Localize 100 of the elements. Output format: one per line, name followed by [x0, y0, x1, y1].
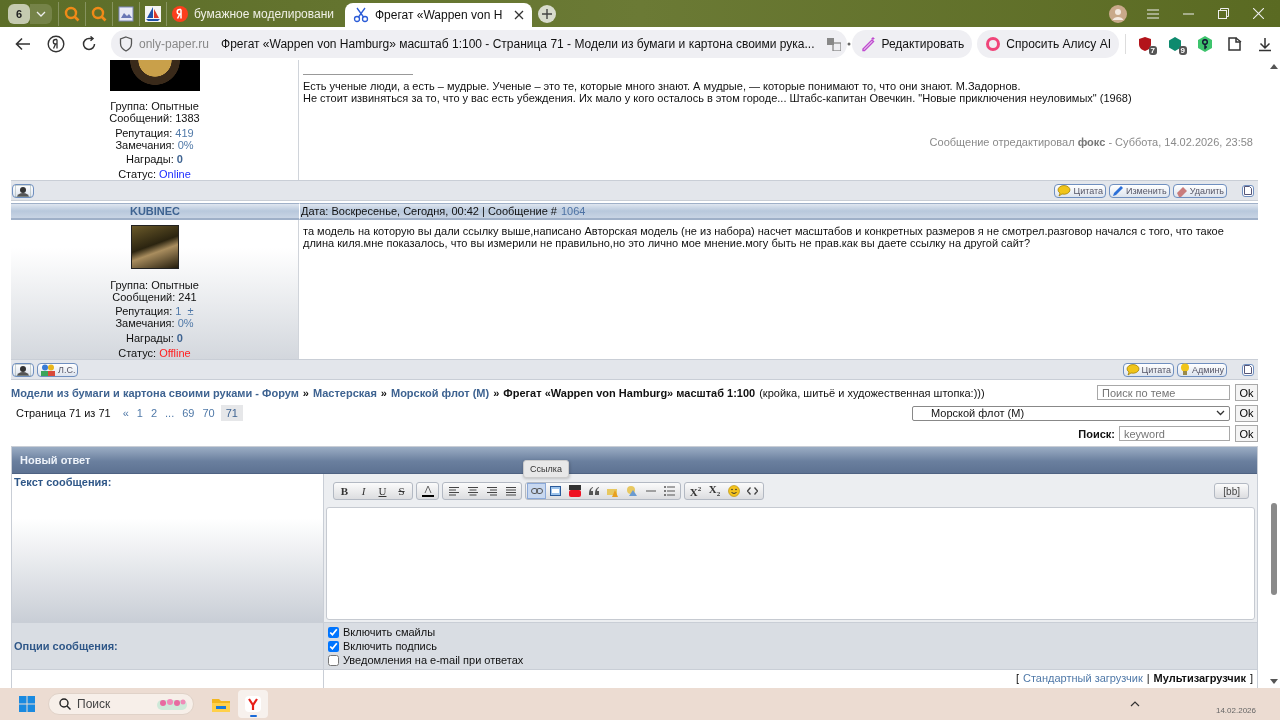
admin-button[interactable]: Админу	[1177, 362, 1227, 377]
pencil-icon	[1112, 184, 1124, 197]
checkbox[interactable]	[328, 640, 339, 652]
checkbox[interactable]	[328, 654, 339, 666]
menu-icon	[1147, 8, 1159, 19]
topic-title: Фрегат «Wappen von Hamburg» масштаб 1:100	[503, 386, 756, 399]
search-field[interactable]: keyword	[1119, 426, 1230, 441]
bbcode-button[interactable]: [bb]	[1214, 483, 1249, 499]
cube-icon	[1167, 35, 1183, 52]
search-label: Поиск:	[1078, 427, 1115, 440]
eraser-icon	[1175, 184, 1188, 197]
user-stat: Замечания: 0%	[115, 317, 194, 330]
delete-button[interactable]: Удалить	[1172, 183, 1227, 198]
edit-button[interactable]: Редактировать	[852, 29, 973, 58]
ok-button[interactable]: Ok	[1235, 404, 1258, 422]
user-stat: Награды: 0	[126, 332, 183, 345]
message-input[interactable]	[326, 507, 1255, 620]
magnifier-icon	[91, 5, 107, 22]
strike-button[interactable]: S	[392, 483, 411, 499]
quote-button[interactable]: Цитата	[1122, 362, 1175, 377]
windows-logo-icon	[19, 696, 35, 712]
sup-button[interactable]: X$^{2}$	[686, 483, 705, 499]
page-link[interactable]: 70	[200, 405, 217, 421]
pm-button[interactable]: Л.С.	[37, 362, 79, 377]
scroll-down-arrow-icon[interactable]	[1270, 679, 1278, 685]
extension-button[interactable]: 9	[1160, 29, 1190, 58]
scroll-top-button[interactable]	[1242, 184, 1254, 197]
bracket-text: [	[1015, 672, 1019, 684]
author-name[interactable]: KUBINEC	[11, 203, 299, 220]
plus-icon	[542, 8, 553, 19]
quote-marks-icon	[588, 487, 599, 495]
bold-button[interactable]: B	[335, 483, 354, 499]
avatar-icon	[1109, 4, 1127, 23]
user-stat: Группа: Опытные	[110, 278, 199, 291]
address-field[interactable]: only-paper.ru Фрегат «Wappen von Hamburg» масштаб 1:100 - Страница 71 - Модели из бумаги и картона своими рука...	[111, 29, 848, 58]
new-tab-button[interactable]	[538, 4, 557, 23]
tab-counter-button[interactable]: 6	[8, 3, 30, 24]
underline-button[interactable]: U	[373, 483, 392, 499]
extension-button[interactable]: 7	[1130, 29, 1160, 58]
chain-link-icon	[530, 488, 543, 494]
edit-button[interactable]: Изменить	[1109, 183, 1170, 198]
field-label: Опции сообщения:	[12, 623, 324, 669]
browser-tab[interactable]: бумажное моделировани	[166, 1, 339, 26]
page-link[interactable]: 71	[220, 405, 243, 421]
taskbar-search-field[interactable]: Поиск	[48, 693, 194, 715]
horizontal-rule-icon	[645, 490, 656, 492]
topic-search-field[interactable]: Поиск по теме	[1097, 385, 1230, 400]
field-label: Текст сообщения:	[12, 474, 324, 622]
tabs-menu-button[interactable]	[30, 3, 52, 24]
uploader-link[interactable]: Мультизагрузчик	[1153, 672, 1246, 684]
breadcrumb-separator: »	[493, 386, 500, 399]
user-stat: Награды: 0	[126, 153, 183, 166]
browser-tab[interactable]: Фрегат «Wappen von H	[344, 3, 533, 27]
ring-icon	[985, 35, 1002, 52]
browser-taskbar-button[interactable]	[238, 690, 268, 718]
user-stat: Замечания: 0%	[115, 138, 194, 151]
italic-button[interactable]: I	[354, 483, 373, 499]
spoiler-icon	[625, 485, 638, 497]
sub-button[interactable]: X$_{2}$	[705, 483, 724, 499]
page-link[interactable]: «	[120, 405, 131, 421]
page-link[interactable]: 2	[148, 405, 160, 421]
page-link[interactable]: 1	[134, 405, 145, 421]
bulb-icon	[1180, 363, 1191, 376]
signature-text: Есть ученые люди, а есть – мудрые. Ученые – это те, которые много знают. А мудрые, — которые понимают то, что они знают. М.Задорнов.	[303, 80, 1022, 92]
breadcrumb-separator: »	[302, 386, 309, 399]
breadcrumb-link[interactable]: Морской флот (М)	[391, 386, 490, 399]
picture-icon	[118, 5, 134, 22]
profile-button[interactable]	[12, 362, 34, 377]
align-right-icon	[486, 486, 497, 496]
chevron-up-icon	[1129, 701, 1140, 707]
code-icon	[747, 487, 758, 495]
forum-dropdown[interactable]: Морской флот (М)	[912, 405, 1230, 421]
checkbox[interactable]	[328, 626, 339, 638]
profile-icon	[15, 184, 31, 197]
y-logo-icon	[245, 696, 261, 712]
users-icon	[40, 363, 56, 376]
link-button[interactable]	[527, 483, 546, 499]
quote-button[interactable]: Цитата	[1054, 183, 1106, 198]
chevron-down-icon	[1216, 410, 1225, 416]
profile-button[interactable]	[12, 183, 34, 198]
user-stat: Сообщений: 241	[112, 290, 197, 303]
page-icon	[1244, 186, 1252, 195]
ok-button[interactable]: Ok	[1235, 425, 1258, 442]
translate-icon	[826, 36, 841, 51]
topic-description: (кройка, шитьё и художественная штопка:)))	[759, 386, 985, 399]
ok-button[interactable]: Ok	[1235, 384, 1258, 401]
page-counter: Страница 71 из 71	[16, 407, 111, 419]
page-link[interactable]: ...	[163, 405, 177, 421]
ask-ai-button[interactable]: Спросить Алису AI	[977, 29, 1119, 58]
breadcrumb-link[interactable]: Модели из бумаги и картона своими руками - Форум	[11, 386, 299, 399]
avatar-image	[130, 225, 179, 270]
checkbox-label: Включить подпись	[343, 640, 437, 652]
scroll-up-arrow-icon[interactable]	[1270, 63, 1278, 69]
user-stat: Репутация: 419	[115, 126, 194, 139]
scroll-top-button[interactable]	[1242, 363, 1254, 376]
checkbox-label: Включить смайлы	[343, 626, 436, 638]
uploader-link[interactable]: Стандартный загрузчик	[1023, 672, 1143, 684]
page-link[interactable]: 69	[180, 405, 197, 421]
search-icon	[59, 698, 71, 710]
breadcrumb-link[interactable]: Мастерская	[312, 386, 377, 399]
